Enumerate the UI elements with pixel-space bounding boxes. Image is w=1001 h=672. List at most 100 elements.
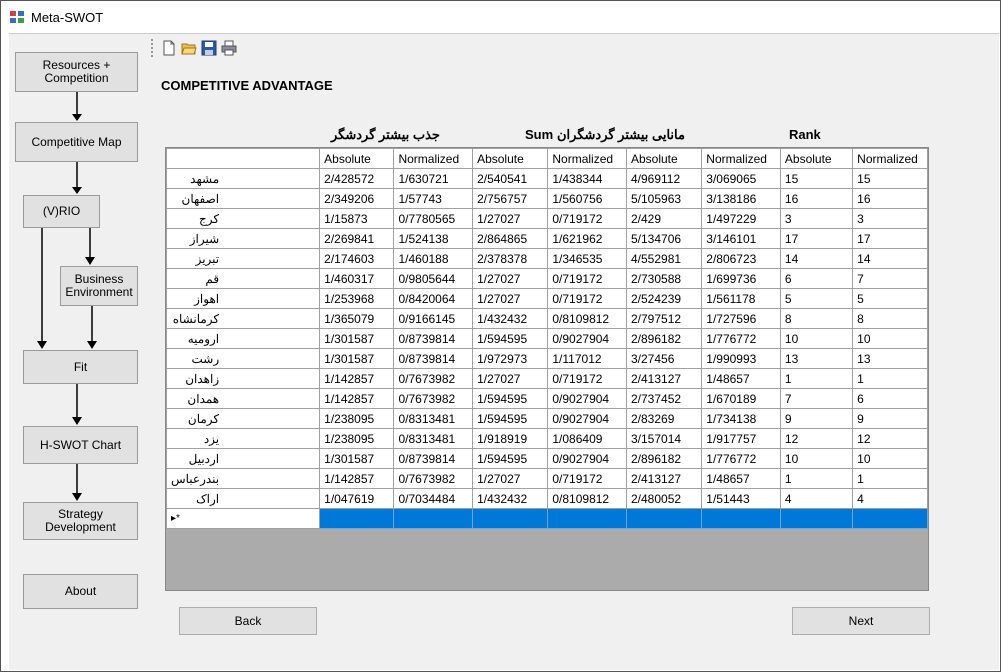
table-cell[interactable]: 1/432432 [472, 308, 549, 329]
strategy-development-button[interactable]: Strategy Development [23, 502, 138, 540]
city-name-cell[interactable]: رشت [166, 348, 321, 369]
table-cell[interactable]: 2/737452 [625, 388, 703, 409]
table-cell[interactable]: 5/134706 [625, 228, 703, 249]
table-row[interactable]: اراک 1/047619 0/7034484 1/432432 0/8109812 2/… [166, 488, 928, 509]
table-row[interactable]: یزد 1/238095 0/8313481 1/918919 1/086409 3/15… [166, 428, 928, 449]
h-swot-chart-button[interactable]: H-SWOT Chart [23, 426, 138, 464]
city-name-cell[interactable]: اراک [166, 488, 321, 509]
table-row[interactable]: اردبیل 1/301587 0/8739814 1/594595 0/9027904… [166, 448, 928, 469]
column-header[interactable]: Absolute [779, 148, 854, 169]
table-cell[interactable]: 2/269841 [319, 228, 395, 249]
table-cell[interactable]: 2/83269 [625, 408, 703, 429]
table-row[interactable]: کرج 1/15873 0/7780565 1/27027 0/719172 2/429 1… [166, 208, 928, 229]
table-cell[interactable]: 1/48657 [701, 468, 781, 489]
table-cell[interactable]: 13 [779, 348, 854, 369]
table-cell[interactable]: 2/174603 [319, 248, 395, 269]
table-cell[interactable]: 0/9027904 [547, 328, 627, 349]
fit-button[interactable]: Fit [23, 350, 138, 384]
table-cell[interactable]: 1/561178 [701, 288, 781, 309]
table-cell[interactable]: 0/8109812 [547, 488, 627, 509]
save-icon[interactable] [201, 40, 217, 56]
city-name-cell[interactable]: قم [166, 268, 321, 289]
table-cell[interactable]: 3/27456 [625, 348, 703, 369]
table-row[interactable]: مشهد 2/428572 1/630721 2/540541 1/438344 4/96… [166, 168, 928, 189]
table-cell[interactable]: 8 [779, 308, 854, 329]
table-cell[interactable]: 0/9805644 [393, 268, 474, 289]
table-cell[interactable]: 1/621962 [547, 228, 627, 249]
table-cell[interactable]: 1/086409 [547, 428, 627, 449]
table-row[interactable]: کرمان 1/238095 0/8313481 1/594595 0/9027904 2… [166, 408, 928, 429]
table-cell[interactable]: 0/7673982 [393, 468, 474, 489]
table-cell[interactable]: 2/378378 [472, 248, 549, 269]
city-name-cell[interactable]: اردبیل [166, 448, 321, 469]
competitive-map-button[interactable]: Competitive Map [15, 122, 138, 162]
table-cell[interactable]: 1/27027 [472, 268, 549, 289]
table-cell[interactable]: 2/413127 [625, 368, 703, 389]
table-cell[interactable]: 2/806723 [701, 248, 781, 269]
table-cell[interactable]: 0/8739814 [393, 448, 474, 469]
table-cell[interactable]: 14 [852, 248, 928, 269]
new-row-cell[interactable] [701, 508, 781, 529]
table-cell[interactable]: 1/594595 [472, 448, 549, 469]
table-cell[interactable]: 1/630721 [393, 168, 474, 189]
table-cell[interactable]: 0/719172 [547, 268, 627, 289]
table-row[interactable]: زاهدان 1/142857 0/7673982 1/27027 0/719172 2/… [166, 368, 928, 389]
table-cell[interactable]: 2/524239 [625, 288, 703, 309]
table-cell[interactable]: 1/142857 [319, 388, 395, 409]
city-name-cell[interactable]: تبریز [166, 248, 321, 269]
table-cell[interactable]: 1/51443 [701, 488, 781, 509]
table-row[interactable]: تبریز 2/174603 1/460188 2/378378 1/346535 4/5… [166, 248, 928, 269]
table-cell[interactable]: 1/734138 [701, 408, 781, 429]
table-cell[interactable]: 0/719172 [547, 468, 627, 489]
table-cell[interactable]: 0/7673982 [393, 368, 474, 389]
table-cell[interactable]: 16 [852, 188, 928, 209]
table-cell[interactable]: 0/9166145 [393, 308, 474, 329]
table-cell[interactable]: 1/27027 [472, 368, 549, 389]
table-cell[interactable]: 2/480052 [625, 488, 703, 509]
table-cell[interactable]: 2/797512 [625, 308, 703, 329]
new-row-cell[interactable] [319, 508, 395, 529]
new-row-cell[interactable] [393, 508, 474, 529]
table-row[interactable]: اهواز 1/253968 0/8420064 1/27027 0/719172 2/5… [166, 288, 928, 309]
city-name-cell[interactable]: بندرعباس [166, 468, 321, 489]
table-row[interactable]: اصفهان 2/349206 1/57743 2/756757 1/560756 5/1… [166, 188, 928, 209]
new-row-cell[interactable] [472, 508, 549, 529]
table-cell[interactable]: 1 [852, 468, 928, 489]
back-button[interactable]: Back [179, 607, 317, 635]
table-cell[interactable]: 2/730588 [625, 268, 703, 289]
table-cell[interactable]: 1/594595 [472, 408, 549, 429]
table-cell[interactable]: 0/7673982 [393, 388, 474, 409]
table-cell[interactable]: 0/8739814 [393, 348, 474, 369]
table-cell[interactable]: 0/8739814 [393, 328, 474, 349]
table-cell[interactable]: 0/9027904 [547, 408, 627, 429]
table-cell[interactable]: 1/699736 [701, 268, 781, 289]
table-cell[interactable]: 2/756757 [472, 188, 549, 209]
table-cell[interactable]: 17 [852, 228, 928, 249]
table-cell[interactable]: 1/432432 [472, 488, 549, 509]
table-cell[interactable]: 7 [852, 268, 928, 289]
city-name-cell[interactable]: اصفهان [166, 188, 321, 209]
table-cell[interactable]: 0/8313481 [393, 428, 474, 449]
table-cell[interactable]: 17 [779, 228, 854, 249]
table-cell[interactable]: 3/157014 [625, 428, 703, 449]
table-cell[interactable]: 3 [779, 208, 854, 229]
table-cell[interactable]: 14 [779, 248, 854, 269]
table-cell[interactable]: 9 [779, 408, 854, 429]
table-cell[interactable]: 2/540541 [472, 168, 549, 189]
table-cell[interactable]: 1/560756 [547, 188, 627, 209]
table-cell[interactable]: 6 [779, 268, 854, 289]
table-cell[interactable]: 5 [852, 288, 928, 309]
table-cell[interactable]: 1 [852, 368, 928, 389]
table-cell[interactable]: 1/142857 [319, 468, 395, 489]
table-cell[interactable]: 10 [779, 448, 854, 469]
table-cell[interactable]: 1/238095 [319, 428, 395, 449]
table-row[interactable]: همدان 1/142857 0/7673982 1/594595 0/9027904 2… [166, 388, 928, 409]
table-cell[interactable]: 12 [779, 428, 854, 449]
table-cell[interactable]: 1/301587 [319, 328, 395, 349]
table-cell[interactable]: 5/105963 [625, 188, 703, 209]
table-cell[interactable]: 1/460188 [393, 248, 474, 269]
table-cell[interactable]: 1/776772 [701, 448, 781, 469]
table-cell[interactable]: 1/301587 [319, 448, 395, 469]
table-cell[interactable]: 1/727596 [701, 308, 781, 329]
about-button[interactable]: About [23, 574, 138, 609]
